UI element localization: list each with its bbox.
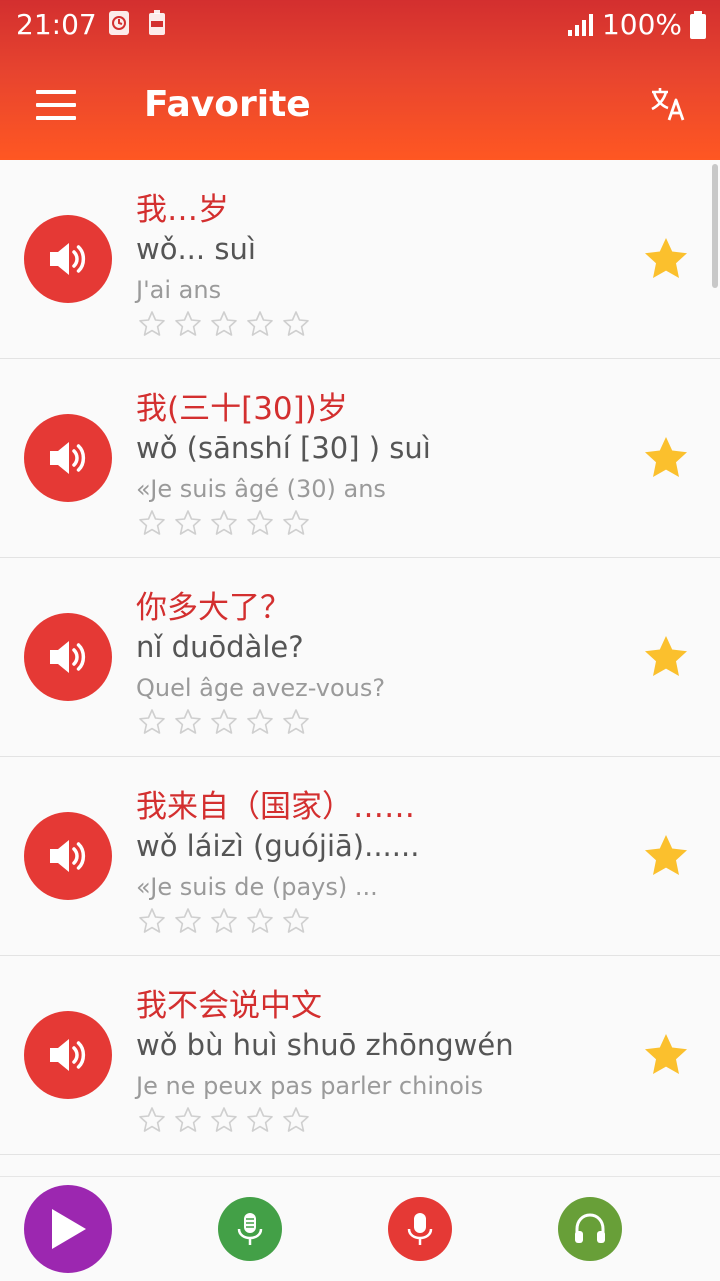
rating-star-icon[interactable] (174, 708, 202, 736)
speak-button[interactable] (24, 613, 112, 701)
chinese-text: 我不会说中文 (136, 988, 322, 1024)
pinyin-text: wǒ láizì (guójiā)...... (136, 829, 420, 863)
rating-star-icon[interactable] (138, 509, 166, 537)
speaker-icon (50, 243, 86, 275)
menu-icon (36, 90, 76, 94)
rating-star-icon[interactable] (138, 708, 166, 736)
pinyin-text: wǒ bù huì shuō zhōngwén (136, 1028, 514, 1062)
rating-star-icon[interactable] (246, 509, 274, 537)
status-time: 21:07 (16, 8, 97, 41)
rating-star-icon[interactable] (210, 1106, 238, 1134)
favorites-list[interactable]: 我…岁 wǒ... suì J'ai ans 我(三十[30])岁 wǒ (sā… (0, 160, 720, 1175)
rating-star-icon[interactable] (138, 310, 166, 338)
rating-star-icon[interactable] (210, 310, 238, 338)
speaker-icon (50, 641, 86, 673)
speak-button[interactable] (24, 812, 112, 900)
french-translation: Je ne peux pas parler chinois (136, 1072, 484, 1100)
list-item: 我不会说中文 wǒ bù huì shuō zhōngwén Je ne peu… (0, 956, 720, 1155)
favorite-star-icon[interactable] (642, 1031, 690, 1079)
rating-star-icon[interactable] (210, 509, 238, 537)
rating-star-icon[interactable] (138, 907, 166, 935)
headphones-icon (575, 1213, 605, 1243)
play-button[interactable] (24, 1185, 112, 1273)
speak-button[interactable] (24, 414, 112, 502)
record-button[interactable] (388, 1197, 452, 1261)
top-bar: 21:07 100% Favorite (0, 0, 720, 160)
scrollbar[interactable] (712, 164, 718, 288)
rating-star-icon[interactable] (174, 509, 202, 537)
rating-star-icon[interactable] (210, 907, 238, 935)
star-rating[interactable] (138, 1106, 310, 1134)
rating-star-icon[interactable] (174, 907, 202, 935)
rating-star-icon[interactable] (246, 310, 274, 338)
star-rating[interactable] (138, 708, 310, 736)
favorite-star-icon[interactable] (642, 434, 690, 482)
rating-star-icon[interactable] (138, 1106, 166, 1134)
menu-button[interactable] (36, 90, 76, 120)
play-icon (52, 1209, 86, 1249)
rating-star-icon[interactable] (282, 509, 310, 537)
star-rating[interactable] (138, 509, 310, 537)
rating-star-icon[interactable] (282, 708, 310, 736)
clock-notification-icon (109, 11, 129, 35)
signal-icon (567, 13, 593, 36)
pinyin-text: nǐ duōdàle? (136, 630, 304, 664)
rating-star-icon[interactable] (246, 907, 274, 935)
french-translation: «Je suis de (pays) ... (136, 873, 378, 901)
list-item: 你多大了？ nǐ duōdàle? Quel âge avez-vous? (0, 558, 720, 757)
bottom-action-bar (0, 1176, 720, 1281)
speaker-icon (50, 840, 86, 872)
listen-button[interactable] (558, 1197, 622, 1261)
chinese-text: 我…岁 (136, 192, 229, 228)
rating-star-icon[interactable] (210, 708, 238, 736)
menu-icon-line (36, 116, 76, 120)
microphone-button[interactable] (218, 1197, 282, 1261)
speak-button[interactable] (24, 1011, 112, 1099)
battery-percentage: 100% (601, 8, 682, 41)
favorite-star-icon[interactable] (642, 235, 690, 283)
battery-icon (690, 10, 706, 39)
chinese-text: 我(三十[30])岁 (136, 391, 348, 427)
rating-star-icon[interactable] (246, 1106, 274, 1134)
speaker-icon (50, 442, 86, 474)
microphone-icon (237, 1213, 263, 1245)
pinyin-text: wǒ (sānshí [30] ) suì (136, 431, 431, 465)
chinese-text: 你多大了？ (136, 590, 291, 626)
status-right: 100% (567, 8, 706, 41)
status-bar: 21:07 100% (0, 0, 720, 48)
menu-icon-line (36, 103, 76, 107)
chinese-text: 我来自（国家）…… (136, 789, 415, 825)
speak-button[interactable] (24, 215, 112, 303)
rating-star-icon[interactable] (282, 1106, 310, 1134)
pinyin-text: wǒ... suì (136, 232, 256, 266)
favorite-star-icon[interactable] (642, 832, 690, 880)
rating-star-icon[interactable] (246, 708, 274, 736)
speaker-icon (50, 1039, 86, 1071)
favorite-star-icon[interactable] (642, 633, 690, 681)
french-translation: J'ai ans (136, 276, 222, 304)
french-translation: Quel âge avez-vous? (136, 674, 386, 702)
rating-star-icon[interactable] (174, 1106, 202, 1134)
rating-star-icon[interactable] (282, 907, 310, 935)
star-rating[interactable] (138, 907, 310, 935)
translate-icon[interactable] (650, 86, 686, 122)
french-translation: «Je suis âgé (30) ans (136, 475, 386, 503)
rating-star-icon[interactable] (282, 310, 310, 338)
list-item: 我…岁 wǒ... suì J'ai ans (0, 160, 720, 359)
list-item: 我来自（国家）…… wǒ láizì (guójiā)...... «Je su… (0, 757, 720, 956)
star-rating[interactable] (138, 310, 310, 338)
rating-star-icon[interactable] (174, 310, 202, 338)
list-item: 我(三十[30])岁 wǒ (sānshí [30] ) suì «Je sui… (0, 359, 720, 558)
record-microphone-icon (407, 1213, 433, 1245)
page-title: Favorite (144, 84, 311, 125)
battery-notification-icon (149, 10, 165, 35)
